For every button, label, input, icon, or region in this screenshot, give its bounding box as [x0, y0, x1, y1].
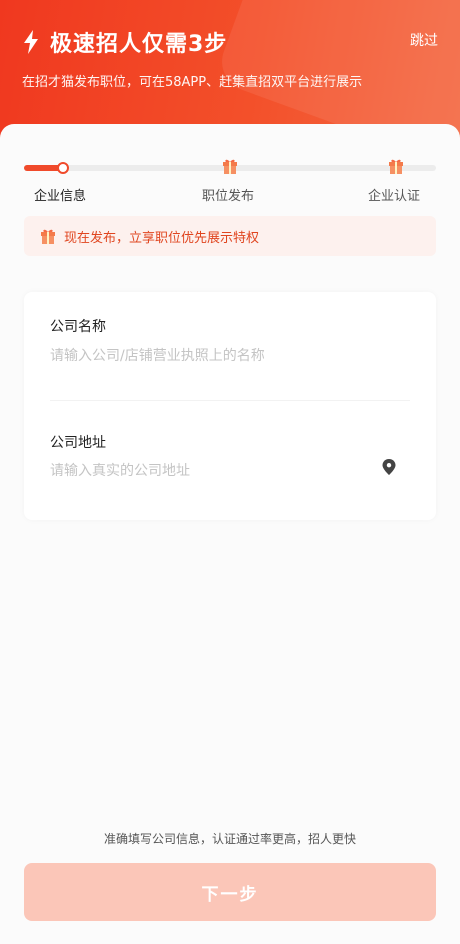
- page-title: 极速招人仅需3步: [50, 32, 228, 57]
- location-pin-icon[interactable]: [382, 459, 396, 475]
- promo-notice: 现在发布，立享职位优先展示特权: [24, 216, 436, 256]
- gift-icon: [389, 159, 403, 174]
- company-address-label: 公司地址: [50, 435, 106, 451]
- progress-knob: [57, 162, 69, 174]
- gift-icon: [223, 159, 237, 174]
- form-hint: 准确填写公司信息，认证通过率更高，招人更快: [103, 832, 356, 846]
- header-subtitle: 在招才猫发布职位，可在58APP、赶集直招双平台进行展示: [22, 75, 363, 90]
- header-title-row: 极速招人仅需3步: [22, 26, 227, 58]
- step-company-info[interactable]: 企业信息: [34, 185, 86, 204]
- next-step-button[interactable]: 下一步: [24, 863, 436, 921]
- main-card: 企业信息 职位发布 企业认证 现在发布，立享职位优先展示特权 公司名称 公司地址…: [0, 124, 460, 944]
- promo-notice-text: 现在发布，立享职位优先展示特权: [64, 230, 260, 246]
- lightning-icon: [24, 30, 38, 54]
- company-name-label: 公司名称: [50, 319, 106, 335]
- company-name-input[interactable]: [50, 344, 380, 368]
- step-company-verification[interactable]: 企业认证: [368, 185, 420, 204]
- company-address-input[interactable]: [50, 459, 380, 483]
- step-job-posting[interactable]: 职位发布: [202, 185, 254, 204]
- step-progress-bar: [24, 159, 436, 174]
- field-divider: [50, 400, 410, 401]
- company-form: 公司名称 公司地址: [24, 292, 436, 520]
- skip-button[interactable]: 跳过: [410, 30, 438, 50]
- gift-icon: [41, 229, 55, 244]
